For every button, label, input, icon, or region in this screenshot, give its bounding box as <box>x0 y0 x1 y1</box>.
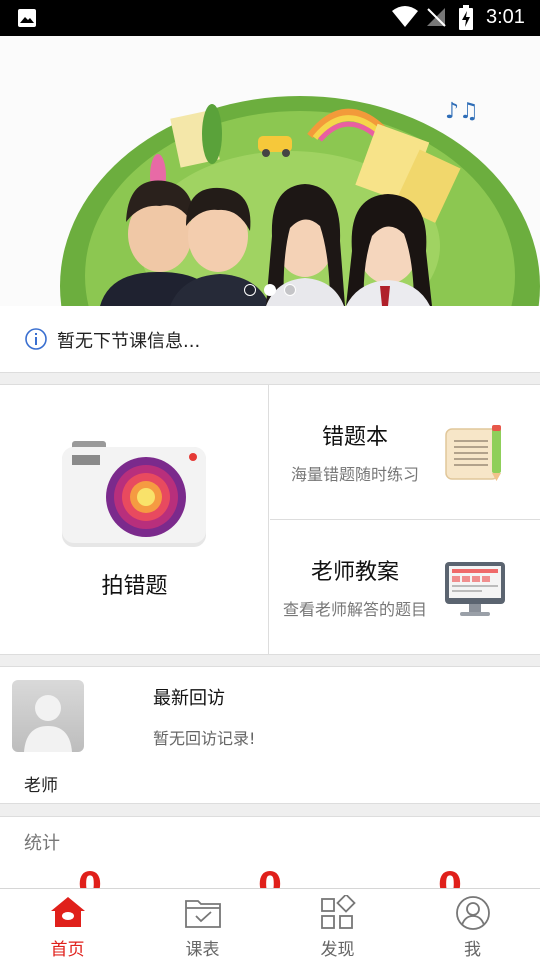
tab-me[interactable]: 我 <box>405 889 540 960</box>
tab-discover-label: 发现 <box>320 940 355 960</box>
photo-mistake-button[interactable]: 拍错题 <box>0 385 269 655</box>
battery-charging-icon <box>459 5 473 30</box>
feature-grid: 拍错题 错题本 海量错题随时练习 老师教案 查看老师解答的题目 <box>0 384 540 655</box>
mistake-book-title: 错题本 <box>321 425 388 450</box>
teacher-plan-button[interactable]: 老师教案 查看老师解答的题目 <box>270 520 540 655</box>
tab-me-label: 我 <box>464 940 481 960</box>
person-icon <box>455 896 490 930</box>
notebook-icon <box>445 425 501 481</box>
status-bar: 3:01 <box>0 0 540 36</box>
wifi-icon <box>392 6 418 27</box>
mistake-book-button[interactable]: 错题本 海量错题随时练习 <box>270 385 540 520</box>
svg-text:♪♫: ♪♫ <box>445 99 479 124</box>
tab-schedule[interactable]: 课表 <box>135 889 270 960</box>
teacher-plan-title: 老师教案 <box>310 560 399 585</box>
teacher-label: 老师 <box>24 776 58 796</box>
bottom-tab-bar: 首页 课表 发现 我 <box>0 888 540 960</box>
teacher-plan-subtitle: 查看老师解答的题目 <box>282 600 427 619</box>
tab-home-label: 首页 <box>50 940 85 960</box>
no-signal-icon <box>427 8 446 27</box>
statistics-section: 统计 0 0 0 <box>0 816 540 896</box>
apps-icon <box>320 895 356 929</box>
notice-text: 暂无下节课信息... <box>57 331 201 352</box>
teacher-avatar <box>12 680 84 752</box>
default-avatar-icon <box>24 695 72 752</box>
info-icon <box>25 328 47 350</box>
status-time: 3:01 <box>486 6 525 28</box>
monitor-icon <box>445 562 505 616</box>
photo-mistake-label: 拍错题 <box>101 574 168 599</box>
carousel-dot[interactable] <box>244 284 256 296</box>
statistics-title: 统计 <box>24 833 60 854</box>
latest-visit-title: 最新回访 <box>153 688 225 709</box>
home-icon <box>50 897 85 927</box>
tab-schedule-label: 课表 <box>185 940 220 960</box>
camera-icon <box>62 441 206 547</box>
carousel-dot[interactable] <box>284 284 296 296</box>
folder-check-icon <box>184 900 221 928</box>
tab-discover[interactable]: 发现 <box>270 889 405 960</box>
latest-visit-empty-text: 暂无回访记录! <box>153 729 256 748</box>
image-notification-icon <box>18 9 36 27</box>
carousel-indicator <box>244 284 296 296</box>
tab-home[interactable]: 首页 <box>0 889 135 960</box>
carousel-dot-active[interactable] <box>264 284 276 296</box>
next-lesson-notice[interactable]: 暂无下节课信息... <box>0 306 540 373</box>
banner-carousel[interactable]: ♪♫ <box>0 36 540 306</box>
latest-visit-card[interactable]: 老师 最新回访 暂无回访记录! <box>0 666 540 804</box>
mistake-book-subtitle: 海量错题随时练习 <box>290 465 419 484</box>
banner-image: ♪♫ <box>0 36 540 306</box>
